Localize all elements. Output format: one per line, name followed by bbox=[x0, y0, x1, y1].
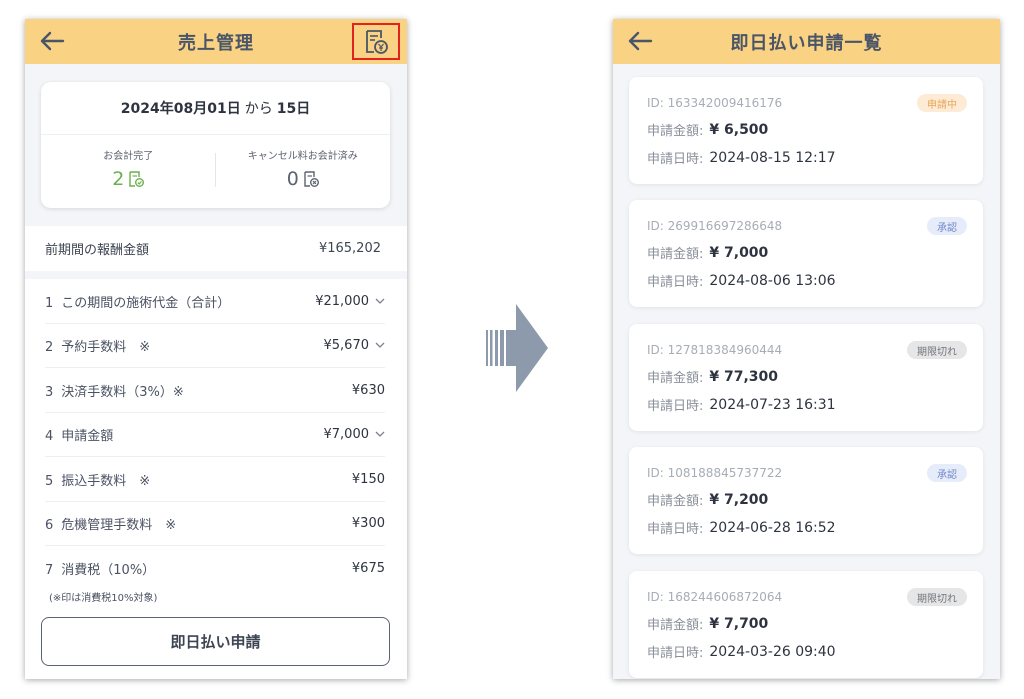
same-day-payment-button[interactable]: 即日払い申請 bbox=[41, 617, 390, 666]
status-badge: 期限切れ bbox=[907, 341, 967, 359]
stat-label: お会計完了 bbox=[103, 151, 154, 162]
request-date: 2024-08-15 12:17 bbox=[709, 149, 836, 166]
request-card[interactable]: ID: 269916697286648 承認申請金額: ¥ 7,000 申請日時: 20… bbox=[629, 200, 983, 307]
breakdown-row: 7 消費税（10%） ¥675 bbox=[45, 546, 385, 591]
amount-label: 申請金額: bbox=[647, 124, 704, 139]
app-header: 即日払い申請一覧 bbox=[613, 19, 1000, 64]
page-title: 売上管理 bbox=[178, 32, 254, 54]
request-amount: ¥ 7,700 bbox=[709, 615, 769, 632]
request-date: 2024-07-23 16:31 bbox=[709, 396, 836, 413]
breakdown-row: 3 決済手数料（3%）※ ¥630 bbox=[45, 368, 385, 413]
arrow-left-icon[interactable] bbox=[39, 29, 65, 53]
chevron-down-icon bbox=[375, 342, 385, 348]
status-badge: 申請中 bbox=[917, 94, 967, 112]
row-label: 危機管理手数料 ※ bbox=[61, 517, 177, 533]
stat-completed[interactable]: お会計完了 2 bbox=[41, 135, 216, 207]
breakdown-row[interactable]: 2 予約手数料 ※ ¥5,670 bbox=[45, 323, 385, 368]
period-summary-card: 2024年08月01日 から 15日 お会計完了 2 キャンセル料お会計済み 0 bbox=[41, 82, 390, 208]
amount-label: 申請金額: bbox=[647, 247, 704, 262]
date-label: 申請日時: bbox=[647, 275, 704, 290]
sales-management-screen: 売上管理 2024年08月01日 から 15日 お会計完了 2 キャンセル料お会… bbox=[25, 19, 407, 679]
request-id: ID: 127818384960444 bbox=[647, 343, 783, 357]
breakdown-row[interactable]: 1 この期間の施術代金（合計） ¥21,000 bbox=[45, 279, 385, 324]
request-id: ID: 168244606872064 bbox=[647, 590, 783, 604]
request-id: ID: 108188845737722 bbox=[647, 466, 783, 480]
date-label: 申請日時: bbox=[647, 522, 704, 537]
row-number: 6 bbox=[45, 517, 54, 533]
arrow-left-icon[interactable] bbox=[627, 29, 653, 53]
breakdown-row: 6 危機管理手数料 ※ ¥300 bbox=[45, 501, 385, 546]
request-amount: ¥ 6,500 bbox=[709, 121, 769, 138]
breakdown-row: 5 振込手数料 ※ ¥150 bbox=[45, 457, 385, 502]
row-label: 予約手数料 ※ bbox=[61, 339, 151, 355]
row-label: 消費税（10%） bbox=[61, 563, 156, 578]
page-title: 即日払い申請一覧 bbox=[730, 32, 883, 54]
breakdown-row[interactable]: 4 申請金額 ¥7,000 bbox=[45, 412, 385, 457]
period-range[interactable]: 2024年08月01日 から 15日 bbox=[41, 82, 390, 135]
date-label: 申請日時: bbox=[647, 646, 704, 661]
request-amount: ¥ 77,300 bbox=[709, 368, 779, 385]
request-id: ID: 269916697286648 bbox=[647, 219, 783, 233]
row-number: 1 bbox=[45, 295, 54, 311]
request-amount: ¥ 7,200 bbox=[709, 491, 769, 508]
request-card[interactable]: ID: 108188845737722 承認申請金額: ¥ 7,200 申請日時: 20… bbox=[629, 447, 983, 554]
row-label: 申請金額 bbox=[61, 428, 114, 444]
status-badge: 承認 bbox=[927, 464, 967, 482]
row-amount: ¥5,670 bbox=[323, 337, 370, 353]
previous-period-amount: ¥165,202 bbox=[318, 241, 381, 256]
row-label: この期間の施術代金（合計） bbox=[61, 295, 231, 311]
row-number: 4 bbox=[45, 428, 54, 444]
amount-label: 申請金額: bbox=[647, 371, 704, 386]
row-number: 5 bbox=[45, 473, 54, 489]
receipt-list-button[interactable] bbox=[352, 23, 400, 60]
row-label: 決済手数料（3%）※ bbox=[61, 384, 184, 400]
stat-label: キャンセル料お会計済み bbox=[247, 151, 358, 162]
amount-label: 申請金額: bbox=[647, 494, 704, 509]
row-number: 7 bbox=[45, 563, 54, 578]
stat-divider bbox=[215, 153, 216, 187]
request-card[interactable]: ID: 163342009416176 申請中申請金額: ¥ 6,500 申請日時: 2… bbox=[629, 77, 983, 184]
row-number: 2 bbox=[45, 339, 54, 355]
request-date: 2024-06-28 16:52 bbox=[709, 519, 836, 536]
request-id: ID: 163342009416176 bbox=[647, 96, 783, 110]
receipt-x-icon bbox=[304, 170, 319, 187]
status-badge: 承認 bbox=[927, 217, 967, 235]
row-label: 振込手数料 ※ bbox=[61, 473, 151, 489]
stat-value: 0 bbox=[286, 168, 299, 190]
chevron-down-icon bbox=[375, 431, 385, 437]
request-card[interactable]: ID: 127818384960444 期限切れ申請金額: ¥ 77,300 申請日時… bbox=[629, 324, 983, 431]
chevron-down-icon bbox=[375, 298, 385, 304]
status-badge: 期限切れ bbox=[907, 588, 967, 606]
row-number: 3 bbox=[45, 384, 54, 400]
receipt-yen-icon bbox=[366, 29, 388, 54]
row-amount: ¥300 bbox=[351, 515, 385, 531]
fee-breakdown-list: 1 この期間の施術代金（合計） ¥21,000 2 予約手数料 ※ ¥5,670 3… bbox=[25, 279, 407, 679]
tax-note: (※印は消費税10%対象) bbox=[49, 593, 158, 604]
arrow-right-icon bbox=[486, 304, 548, 392]
receipt-check-icon bbox=[129, 170, 145, 187]
amount-label: 申請金額: bbox=[647, 618, 704, 633]
request-amount: ¥ 7,000 bbox=[709, 244, 769, 261]
stat-cancelled[interactable]: キャンセル料お会計済み 0 bbox=[216, 135, 391, 207]
request-card[interactable]: ID: 168244606872064 期限切れ申請金額: ¥ 7,700 申請日時:… bbox=[629, 571, 983, 678]
row-amount: ¥21,000 bbox=[315, 293, 369, 309]
date-label: 申請日時: bbox=[647, 152, 704, 167]
previous-period-label: 前期間の報酬金額 bbox=[45, 243, 150, 258]
period-start: 2024年08月01日 bbox=[120, 101, 241, 117]
request-date: 2024-08-06 13:06 bbox=[709, 272, 836, 289]
app-header: 売上管理 bbox=[25, 19, 407, 64]
period-end: 15日 bbox=[276, 101, 311, 117]
stat-value: 2 bbox=[112, 168, 125, 190]
row-amount: ¥7,000 bbox=[323, 426, 370, 442]
previous-period-row: 前期間の報酬金額 ¥165,202 bbox=[25, 226, 407, 271]
same-day-payment-list-screen: 即日払い申請一覧 ID: 163342009416176 申請中申請金額: ¥ 6,… bbox=[613, 19, 1000, 679]
row-amount: ¥675 bbox=[351, 561, 385, 576]
request-date: 2024-03-26 09:40 bbox=[709, 643, 836, 660]
date-label: 申請日時: bbox=[647, 399, 704, 414]
row-amount: ¥630 bbox=[351, 382, 385, 398]
row-amount: ¥150 bbox=[351, 471, 385, 487]
period-connector: から bbox=[244, 101, 273, 117]
